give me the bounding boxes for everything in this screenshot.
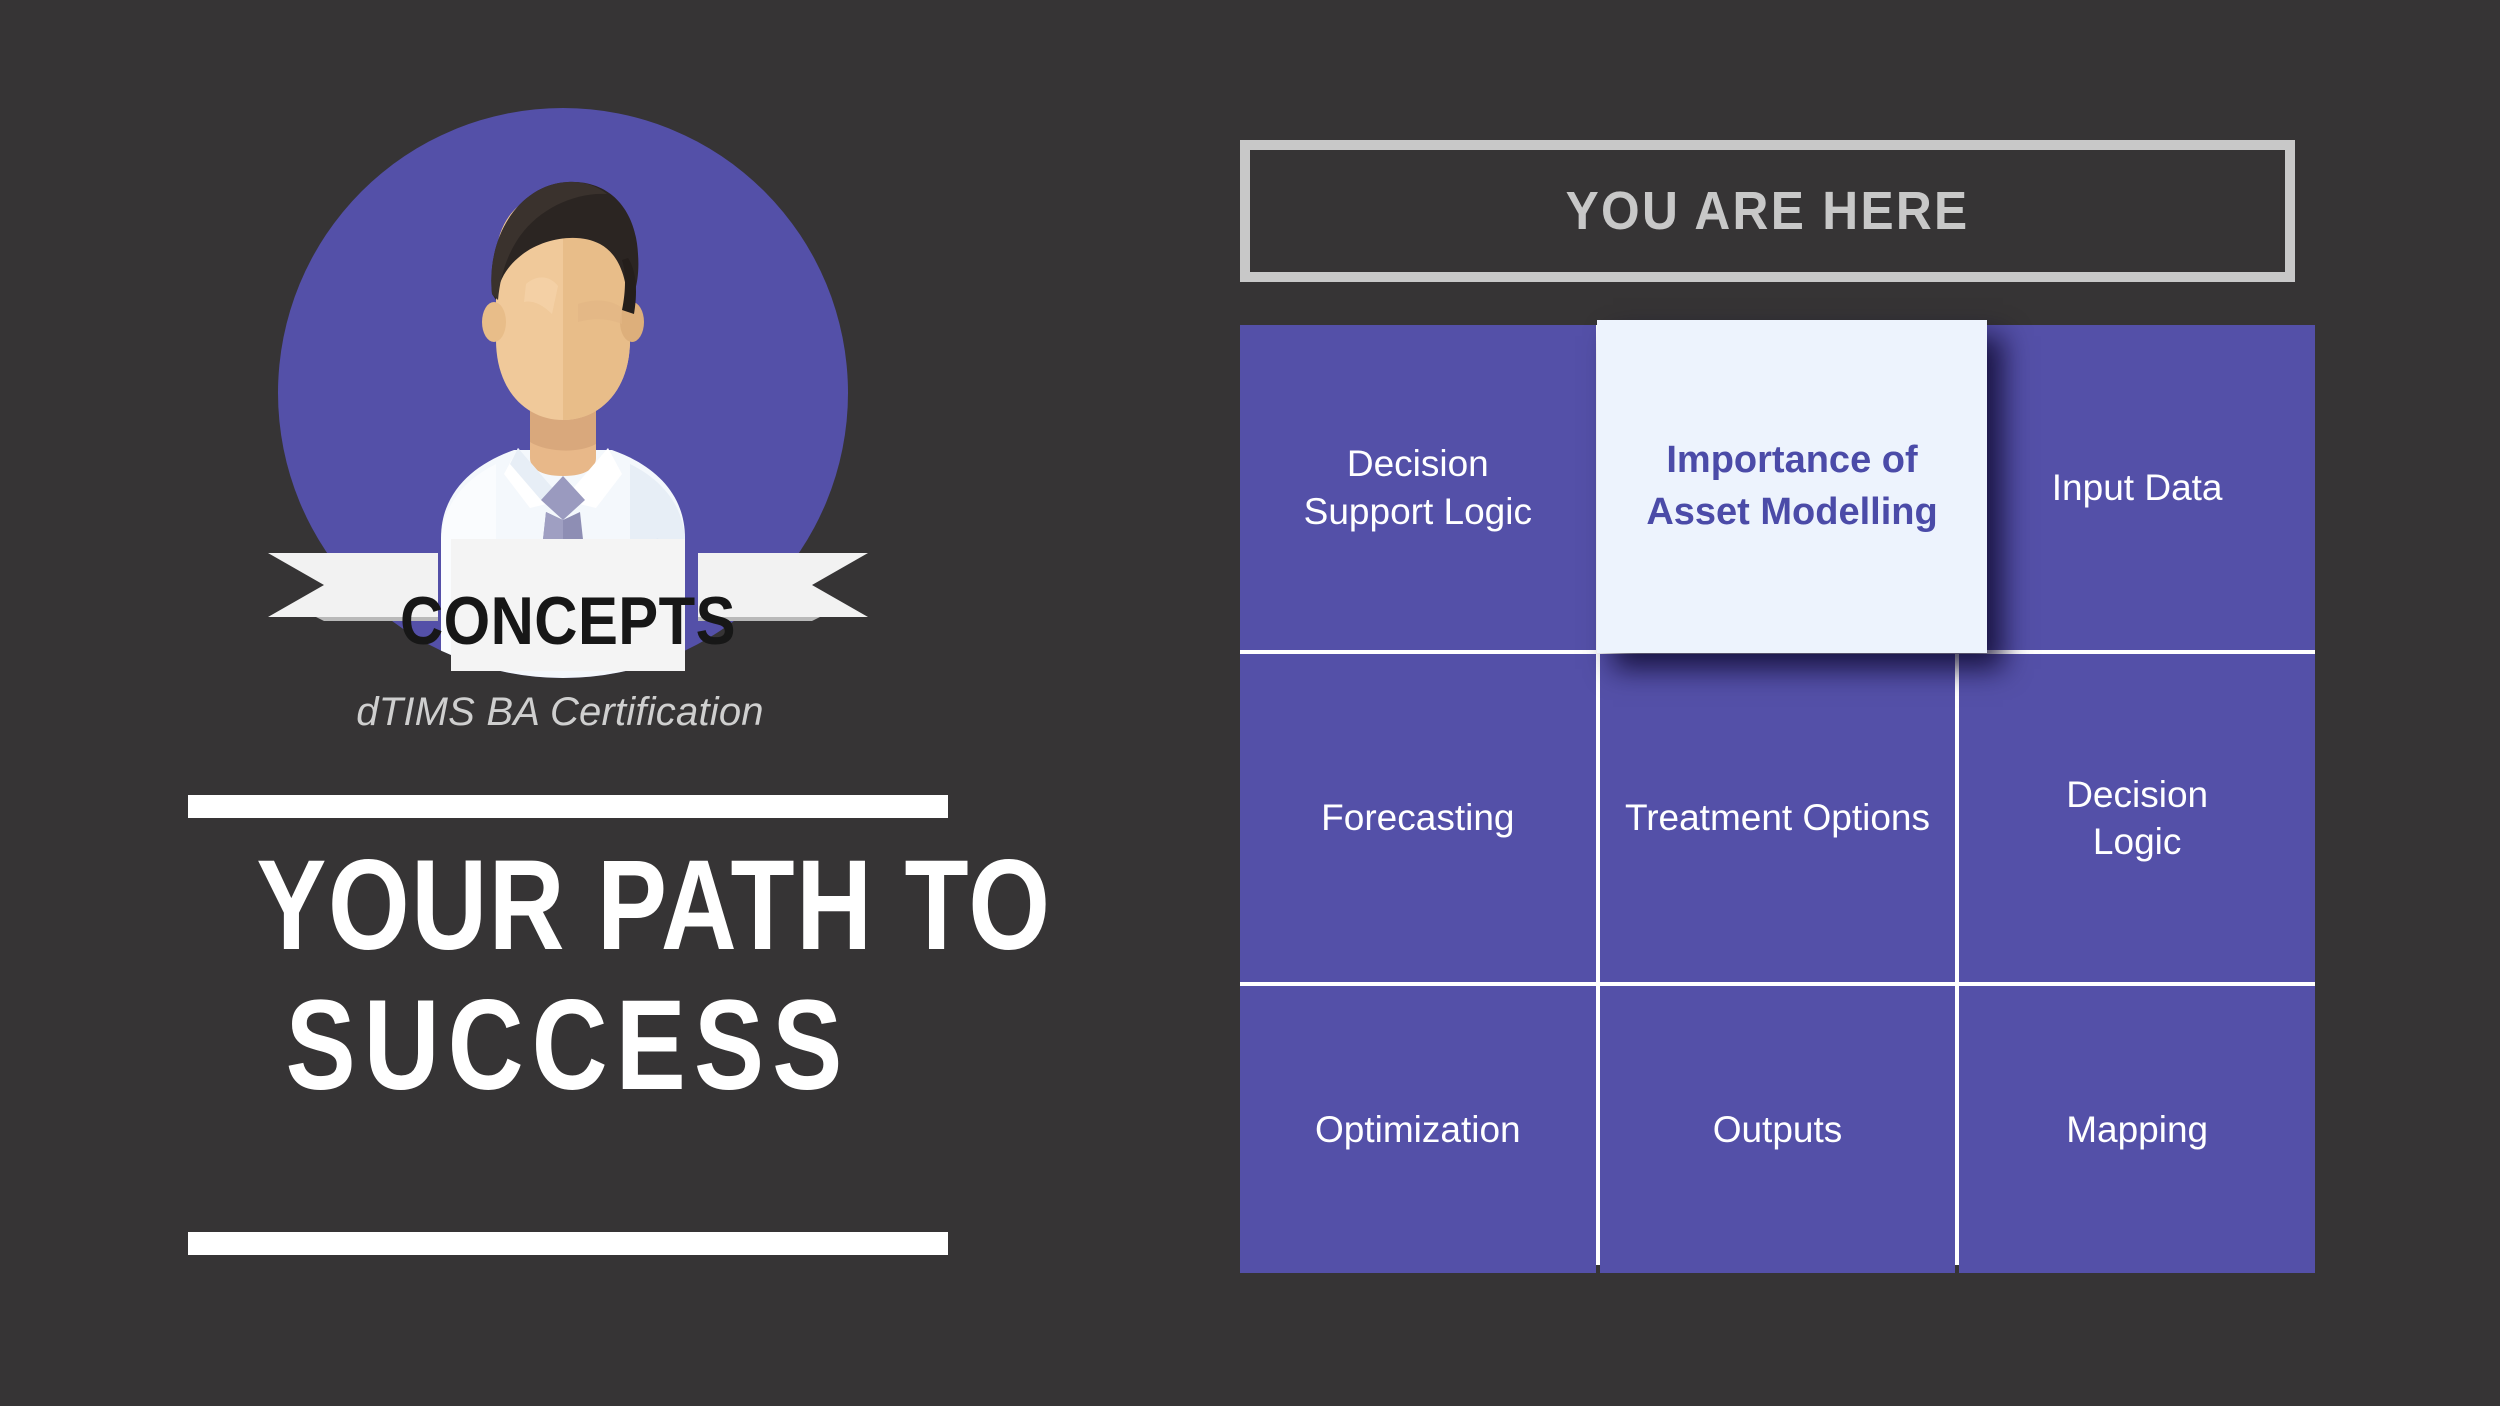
grid-cell-label: Decision Support Logic bbox=[1303, 443, 1532, 532]
headline-rule-bottom bbox=[188, 1232, 948, 1255]
you-are-here-label: YOU ARE HERE bbox=[1565, 181, 1970, 241]
ribbon-label: CONCEPTS bbox=[400, 583, 737, 659]
grid-cell-label: Mapping bbox=[2066, 1108, 2209, 1150]
grid-cell-label: Outputs bbox=[1712, 1108, 1843, 1150]
grid-cell-label: Treatment Options bbox=[1624, 797, 1931, 839]
you-are-here-banner: YOU ARE HERE bbox=[1240, 140, 2295, 282]
grid-cell-outputs[interactable]: Outputs bbox=[1599, 986, 1956, 1273]
concepts-ribbon: CONCEPTS bbox=[268, 539, 868, 671]
headline-line-2: SUCCESS bbox=[285, 973, 851, 1117]
certification-subtitle: dTIMS BA Certification bbox=[356, 690, 764, 734]
grid-cell-mapping[interactable]: Mapping bbox=[1959, 986, 2315, 1273]
grid-cell-label: Decision Logic bbox=[2066, 773, 2209, 862]
grid-cell-optimization[interactable]: Optimization bbox=[1240, 986, 1596, 1273]
headline-rule-top bbox=[188, 795, 948, 818]
grid-cell-treatment-options[interactable]: Treatment Options bbox=[1599, 654, 1956, 982]
grid-cell-decision-support-logic[interactable]: Decision Support Logic bbox=[1240, 325, 1596, 650]
grid-cell-label: Input Data bbox=[2051, 466, 2223, 508]
headline-line-1: YOUR PATH TO bbox=[256, 834, 1052, 977]
grid-cell-forecasting[interactable]: Forecasting bbox=[1240, 654, 1596, 982]
grid-cell-decision-logic[interactable]: Decision Logic bbox=[1959, 654, 2315, 982]
grid-cell-input-data[interactable]: Input Data bbox=[1959, 325, 2315, 650]
grid-cell-label: Optimization bbox=[1315, 1108, 1521, 1150]
current-topic-card[interactable]: Importance of Asset Modelling bbox=[1597, 320, 1987, 653]
right-panel: YOU ARE HERE Decision Support Logic Inpu… bbox=[1180, 0, 2500, 1406]
grid-cell-label: Forecasting bbox=[1321, 797, 1515, 839]
slide-canvas: CONCEPTS dTIMS BA Certification YOUR PAT… bbox=[0, 0, 2500, 1406]
left-panel: CONCEPTS dTIMS BA Certification YOUR PAT… bbox=[0, 0, 1180, 1406]
page-title: YOUR PATH TO SUCCESS bbox=[188, 834, 1052, 1117]
current-topic-label: Importance of Asset Modelling bbox=[1646, 439, 1938, 533]
